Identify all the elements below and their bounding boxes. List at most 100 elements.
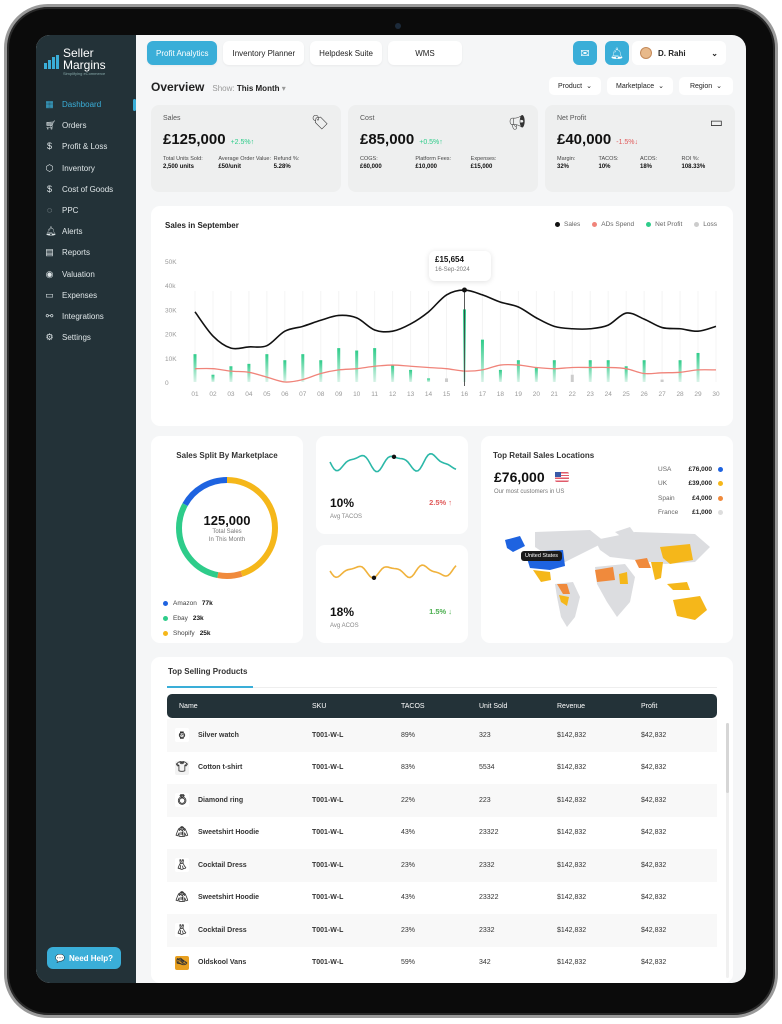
tab-helpdesk-suite[interactable]: Helpdesk Suite (310, 41, 382, 65)
loss-bar[interactable] (660, 379, 664, 382)
gear-icon: ⚙ (45, 332, 54, 343)
bell-icon: 🔔︎ (45, 226, 57, 237)
sidebar-item-alerts[interactable]: 🔔︎ Alerts (36, 221, 136, 242)
net-profit-bar[interactable] (229, 366, 233, 382)
net-profit-bar[interactable] (498, 369, 502, 382)
legend-item-loss[interactable]: Loss (694, 221, 717, 228)
sales-line[interactable] (194, 289, 717, 350)
table-row[interactable]: 👟︎ Oldskool Vans T001-W-L 59% 342 $142,83… (167, 947, 717, 980)
table-row[interactable]: 👗︎ Cocktail Dress T001-W-L 23% 2332 $142,… (167, 914, 717, 947)
net-profit-bar[interactable] (534, 367, 538, 382)
col-profit[interactable]: Profit (641, 703, 717, 710)
chevron-down-icon: ⌄ (711, 48, 718, 58)
marketplace-filter[interactable]: Marketplace ⌄ (606, 77, 673, 95)
table-row[interactable]: ⌚︎ Silver watch T001-W-L 89% 323 $142,832… (167, 719, 717, 752)
acos-sparkline (329, 564, 457, 580)
loss-bar[interactable] (570, 374, 574, 382)
geo-value: £76,000 (494, 469, 569, 485)
y-tick-label: 20K (165, 332, 177, 339)
table-title: Top Selling Products (168, 667, 248, 676)
sidebar-item-cost-of-goods[interactable]: $ Cost of Goods (36, 179, 136, 200)
net-profit-bar[interactable] (678, 360, 682, 382)
sidebar-item-orders[interactable]: 🛒︎ Orders (36, 115, 136, 136)
kpi-card-sales: Sales 🏷︎ £125,000 +2.5%↑ Total Units Sold… (151, 105, 341, 192)
net-profit-bar[interactable] (355, 350, 359, 382)
sales-chart[interactable]: 0 10K 20K 30K 40k 50K 01 02 03 04 05 06 07 08 09 10 11 12… (151, 206, 733, 426)
legend-item-sales[interactable]: Sales (555, 221, 580, 228)
money-bag-icon: $ (46, 141, 52, 152)
net-profit-bar[interactable] (373, 348, 377, 382)
geo-title: Top Retail Sales Locations (493, 451, 595, 460)
sidebar-item-settings[interactable]: ⚙ Settings (36, 327, 136, 348)
brand-tagline: Simplifying eCommerce (63, 71, 106, 76)
mail-button[interactable]: ✉ (573, 41, 597, 65)
logo[interactable]: Seller Margins Simplifying eCommerce (36, 35, 136, 76)
country-name: UK (658, 480, 668, 488)
need-help-button[interactable]: 💬 Need Help? (47, 947, 121, 969)
sidebar-item-expenses[interactable]: ▭ Expenses (36, 285, 136, 306)
net-profit-bar[interactable] (283, 360, 287, 382)
legend-item-net-profit[interactable]: Net Profit (646, 221, 682, 228)
col-sku[interactable]: SKU (312, 703, 401, 710)
net-profit-bar[interactable] (211, 374, 215, 382)
net-profit-bar[interactable] (319, 360, 323, 382)
kpi-sub-item: Margin: 32% (557, 156, 599, 170)
world-map[interactable] (495, 522, 720, 632)
net-profit-bar[interactable] (427, 378, 431, 382)
sidebar-item-label: Expenses (62, 290, 98, 300)
product-filter[interactable]: Product ⌄ (548, 77, 601, 95)
net-profit-bar[interactable] (642, 360, 646, 382)
sidebar-item-reports[interactable]: ▤ Reports (36, 242, 136, 263)
show-value: This Month (236, 84, 280, 93)
table-row[interactable]: 🧥︎ Sweetshirt Hoodie T001-W-L 43% 23322 $… (167, 817, 717, 850)
country-value: £39,000 (688, 480, 713, 488)
table-row[interactable]: 🧥︎ Sweetshirt Hoodie T001-W-L 43% 23322 $… (167, 882, 717, 915)
sidebar-item-integrations[interactable]: ⚯ Integrations (36, 306, 136, 327)
period-selector[interactable]: Show: This Month ▾ (212, 84, 285, 93)
product-name: Diamond ring (198, 796, 244, 804)
net-profit-bar[interactable] (301, 354, 305, 382)
legend-dot (555, 222, 561, 227)
legend-item-ads-spend[interactable]: ADs Spend (592, 221, 634, 228)
acos-label: Avg ACOS (330, 623, 359, 629)
sidebar-item-profit-loss[interactable]: $ Profit & Loss (36, 136, 136, 157)
net-profit-bar[interactable] (337, 348, 341, 382)
net-profit-bar[interactable] (696, 352, 700, 382)
loss-bar[interactable] (445, 378, 449, 382)
active-tab-underline (167, 686, 253, 688)
region-filter[interactable]: Region ⌄ (679, 77, 733, 95)
net-profit-bar[interactable] (588, 360, 592, 382)
sidebar-item-dashboard[interactable]: ▦ Dashboard (36, 94, 136, 115)
caret-down-icon: ▾ (281, 84, 286, 93)
col-revenue[interactable]: Revenue (557, 703, 641, 710)
net-profit-bar[interactable] (606, 360, 610, 382)
net-profit-bar[interactable] (516, 360, 520, 382)
notifications-button[interactable]: 🔔︎ (605, 41, 629, 65)
col-units[interactable]: Unit Sold (479, 703, 557, 710)
ads-spend-line[interactable] (194, 363, 717, 383)
col-name[interactable]: Name (167, 703, 312, 710)
sidebar-item-inventory[interactable]: ⬡ Inventory (36, 158, 136, 179)
marketplace-filter-label: Marketplace (615, 82, 655, 90)
user-menu[interactable]: D. Rahi ⌄ (632, 41, 726, 65)
country-name: France (658, 509, 679, 517)
tab-inventory-planner[interactable]: Inventory Planner (223, 41, 305, 65)
x-tick-label: 08 (317, 391, 325, 398)
sidebar-item-valuation[interactable]: ◉ Valuation (36, 264, 136, 285)
col-tacos[interactable]: TACOS (401, 703, 479, 710)
table-row[interactable]: 👕︎ Cotton t-shirt T001-W-L 83% 5534 $142,… (167, 752, 717, 785)
net-profit-bar[interactable] (391, 365, 395, 382)
marketplace-value: 77k (201, 600, 213, 607)
net-profit-bar[interactable] (409, 369, 413, 382)
split-legend-item: Shopify 25k (163, 626, 213, 641)
net-profit-bar[interactable] (552, 360, 556, 382)
table-row[interactable]: 👗︎ Cocktail Dress T001-W-L 23% 2332 $142,… (167, 849, 717, 882)
tab-wms[interactable]: WMS (387, 41, 462, 65)
tab-profit-analytics[interactable]: Profit Analytics (147, 41, 218, 65)
table-scrollbar[interactable] (726, 723, 729, 978)
net-profit-bar[interactable] (480, 339, 484, 382)
sidebar-item-label: Dashboard (62, 100, 102, 110)
sidebar-item-ppc[interactable]: ◌ PPC (36, 200, 136, 221)
table-row[interactable]: 💍︎ Diamond ring T001-W-L 22% 223 $142,832… (167, 784, 717, 817)
chat-bubble-icon: 💬 (55, 953, 65, 963)
